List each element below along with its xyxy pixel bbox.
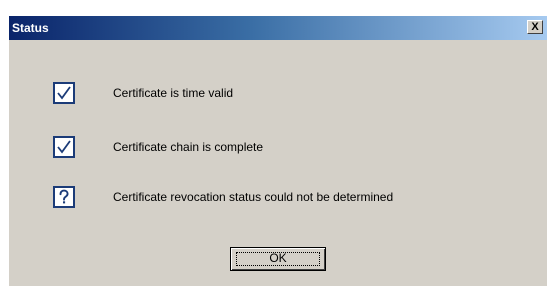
status-item-label: Certificate revocation status could not …: [113, 190, 394, 204]
status-dialog: Status X Certificate is time valid Certi…: [9, 16, 547, 286]
close-icon: X: [531, 21, 539, 33]
close-button[interactable]: X: [527, 20, 543, 34]
checkmark-icon: [53, 136, 75, 158]
ok-button[interactable]: OK: [230, 247, 326, 271]
status-item-revocation-unknown: Certificate revocation status could not …: [53, 186, 533, 210]
title-bar[interactable]: Status X: [9, 16, 547, 40]
status-item-label: Certificate chain is complete: [113, 140, 264, 154]
focus-rectangle: [236, 252, 320, 266]
status-item-label: Certificate is time valid: [113, 86, 234, 100]
dialog-title: Status: [12, 21, 49, 35]
checkmark-icon: [53, 82, 75, 104]
question-mark-icon: [53, 186, 75, 208]
status-item-time-valid: Certificate is time valid: [53, 82, 533, 106]
status-item-chain-complete: Certificate chain is complete: [53, 136, 533, 160]
